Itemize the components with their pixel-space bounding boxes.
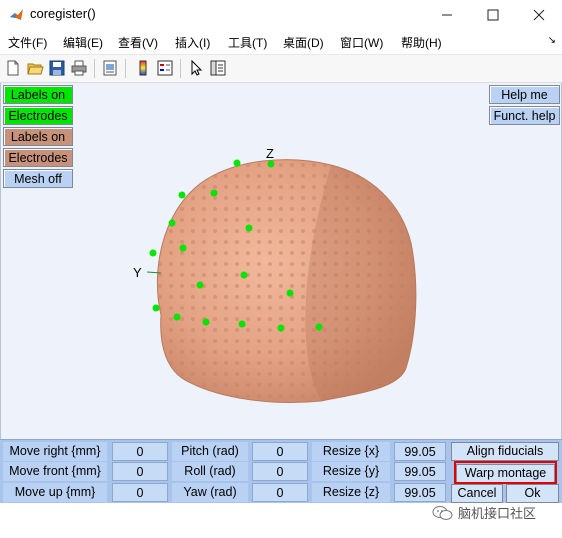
electrode-marker[interactable]	[267, 160, 275, 168]
menu-help[interactable]: 帮助(H)	[401, 34, 442, 51]
watermark-text: 脑机接口社区	[458, 506, 537, 521]
watermark: 脑机接口社区	[432, 503, 536, 522]
toolbar-separator	[125, 59, 126, 78]
electrode-marker[interactable]	[173, 313, 181, 321]
menu-insert[interactable]: 插入(I)	[175, 34, 210, 51]
z-axis-label: Z	[266, 146, 274, 161]
resize-z-input[interactable]: 99.05	[394, 483, 446, 502]
minimize-button[interactable]	[424, 0, 470, 29]
pitch-input[interactable]: 0	[252, 442, 308, 461]
electrode-marker[interactable]	[178, 191, 186, 199]
toolbar-separator	[180, 59, 181, 78]
resize-x-label: Resize {x}	[312, 442, 390, 461]
mesh-off-button[interactable]: Mesh off	[3, 169, 73, 188]
head-mesh-plot[interactable]	[1, 83, 561, 439]
minimize-icon	[442, 14, 452, 15]
print-icon[interactable]	[70, 59, 88, 77]
cancel-button[interactable]: Cancel	[451, 484, 503, 503]
ok-button[interactable]: Ok	[506, 484, 559, 503]
maximize-button[interactable]	[470, 0, 516, 29]
electrode-marker[interactable]	[277, 324, 285, 332]
move-right-label: Move right {mm}	[3, 442, 107, 461]
electrode-marker[interactable]	[196, 281, 204, 289]
figure-canvas[interactable]: Z Y Labels on Electrodes Labels on Elect…	[0, 83, 562, 500]
close-icon	[533, 9, 545, 20]
head-shadow	[305, 165, 416, 401]
figure-window: coregister() 文件(F) 编辑(E) 查看(V) 插入(I) 工具(…	[0, 0, 562, 503]
property-editor-icon[interactable]	[209, 59, 227, 77]
move-front-input[interactable]: 0	[112, 462, 168, 481]
menu-edit[interactable]: 编辑(E)	[63, 34, 103, 51]
labels-on-green-button[interactable]: Labels on	[3, 85, 73, 104]
funct-help-button[interactable]: Funct. help	[489, 106, 560, 125]
move-front-label: Move front {mm}	[3, 462, 107, 481]
menu-bar: 文件(F) 编辑(E) 查看(V) 插入(I) 工具(T) 桌面(D) 窗口(W…	[0, 29, 562, 55]
maximize-icon	[487, 9, 499, 20]
electrodes-green-button[interactable]: Electrodes	[3, 106, 73, 125]
menu-view[interactable]: 查看(V)	[118, 34, 158, 51]
title-bar: coregister()	[0, 0, 562, 29]
roll-label: Roll (rad)	[172, 462, 248, 481]
toolbar	[0, 55, 562, 83]
save-icon[interactable]	[48, 59, 66, 77]
align-fiducials-button[interactable]: Align fiducials	[451, 442, 559, 461]
electrode-marker[interactable]	[245, 224, 253, 232]
menu-desktop[interactable]: 桌面(D)	[283, 34, 324, 51]
resize-z-label: Resize {z}	[312, 483, 390, 502]
highlight-box	[454, 461, 557, 484]
print-preview-icon[interactable]	[101, 59, 119, 77]
window-title: coregister()	[30, 6, 96, 21]
colorbar-icon[interactable]	[134, 59, 152, 77]
menu-window[interactable]: 窗口(W)	[340, 34, 383, 51]
resize-y-input[interactable]: 99.05	[394, 462, 446, 481]
electrode-marker[interactable]	[152, 304, 160, 312]
electrode-marker[interactable]	[179, 244, 187, 252]
open-file-icon[interactable]	[26, 59, 44, 77]
legend-icon[interactable]	[156, 59, 174, 77]
pointer-icon[interactable]	[187, 59, 205, 77]
new-figure-icon[interactable]	[4, 59, 22, 77]
move-right-input[interactable]: 0	[112, 442, 168, 461]
electrode-marker[interactable]	[149, 249, 157, 257]
wechat-icon	[432, 505, 453, 520]
electrode-marker[interactable]	[240, 271, 248, 279]
chevron-icon[interactable]: ↘	[548, 35, 556, 46]
move-up-input[interactable]: 0	[112, 483, 168, 502]
resize-x-input[interactable]: 99.05	[394, 442, 446, 461]
menu-tools[interactable]: 工具(T)	[228, 34, 267, 51]
labels-on-tan-button[interactable]: Labels on	[3, 127, 73, 146]
matlab-logo-icon	[10, 9, 23, 20]
electrode-marker[interactable]	[233, 159, 241, 167]
help-me-button[interactable]: Help me	[489, 85, 560, 104]
resize-y-label: Resize {y}	[312, 462, 390, 481]
pitch-label: Pitch (rad)	[172, 442, 248, 461]
electrodes-tan-button[interactable]: Electrodes	[3, 148, 73, 167]
electrode-marker[interactable]	[202, 318, 210, 326]
menu-file[interactable]: 文件(F)	[8, 34, 47, 51]
move-up-label: Move up {mm}	[3, 483, 107, 502]
electrode-marker[interactable]	[210, 189, 218, 197]
electrode-marker[interactable]	[315, 323, 323, 331]
y-axis-label: Y	[133, 265, 142, 280]
yaw-input[interactable]: 0	[252, 483, 308, 502]
roll-input[interactable]: 0	[252, 462, 308, 481]
electrode-marker[interactable]	[286, 289, 294, 297]
toolbar-separator	[94, 59, 95, 78]
electrode-marker[interactable]	[238, 320, 246, 328]
electrode-marker[interactable]	[168, 219, 176, 227]
close-button[interactable]	[516, 0, 562, 29]
yaw-label: Yaw (rad)	[172, 483, 248, 502]
